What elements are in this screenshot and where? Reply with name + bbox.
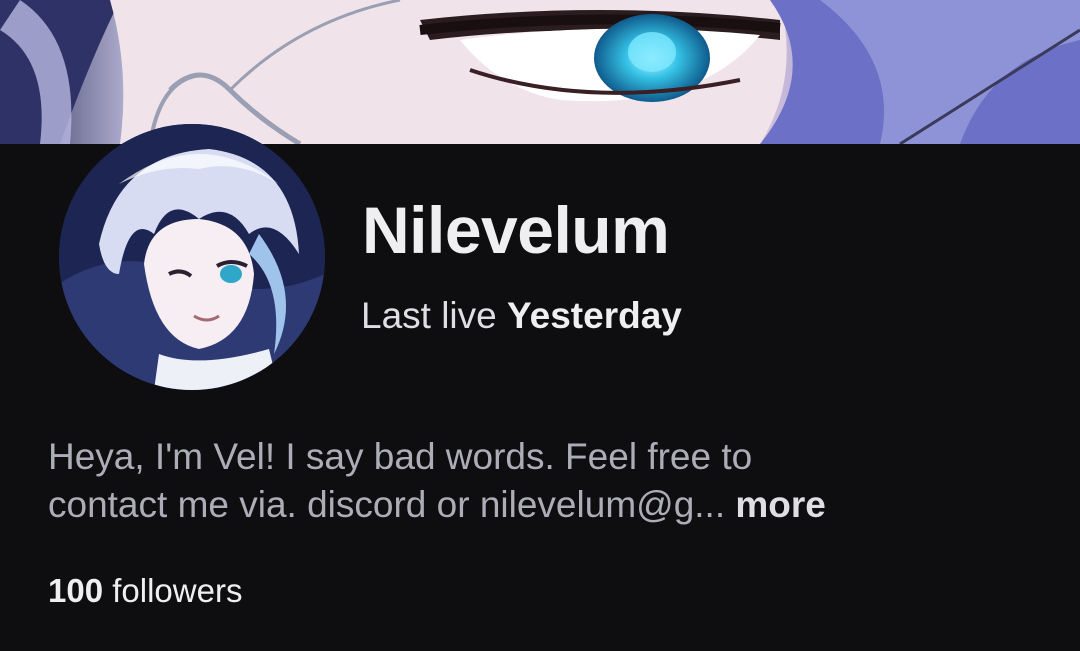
channel-avatar[interactable] bbox=[59, 124, 325, 390]
followers-label: followers bbox=[112, 572, 243, 609]
last-live-label: Last live bbox=[361, 295, 497, 336]
last-live-status: Last live Yesterday bbox=[361, 292, 682, 340]
banner-artwork bbox=[0, 0, 1080, 144]
bio-line-2: contact me via. discord or nilevelum@g..… bbox=[48, 484, 726, 525]
followers-number: 100 bbox=[48, 572, 104, 609]
last-live-value: Yesterday bbox=[507, 295, 682, 336]
avatar-image bbox=[59, 124, 325, 390]
bio-line-1: Heya, I'm Vel! I say bad words. Feel fre… bbox=[48, 436, 753, 477]
channel-bio: Heya, I'm Vel! I say bad words. Feel fre… bbox=[48, 433, 1048, 529]
bio-more-button[interactable]: more bbox=[735, 484, 825, 525]
followers-count: 100 followers bbox=[48, 567, 242, 615]
bio-line-2-wrap: contact me via. discord or nilevelum@g..… bbox=[48, 481, 1048, 529]
channel-name: Nilevelum bbox=[362, 193, 670, 267]
profile-banner[interactable] bbox=[0, 0, 1080, 144]
